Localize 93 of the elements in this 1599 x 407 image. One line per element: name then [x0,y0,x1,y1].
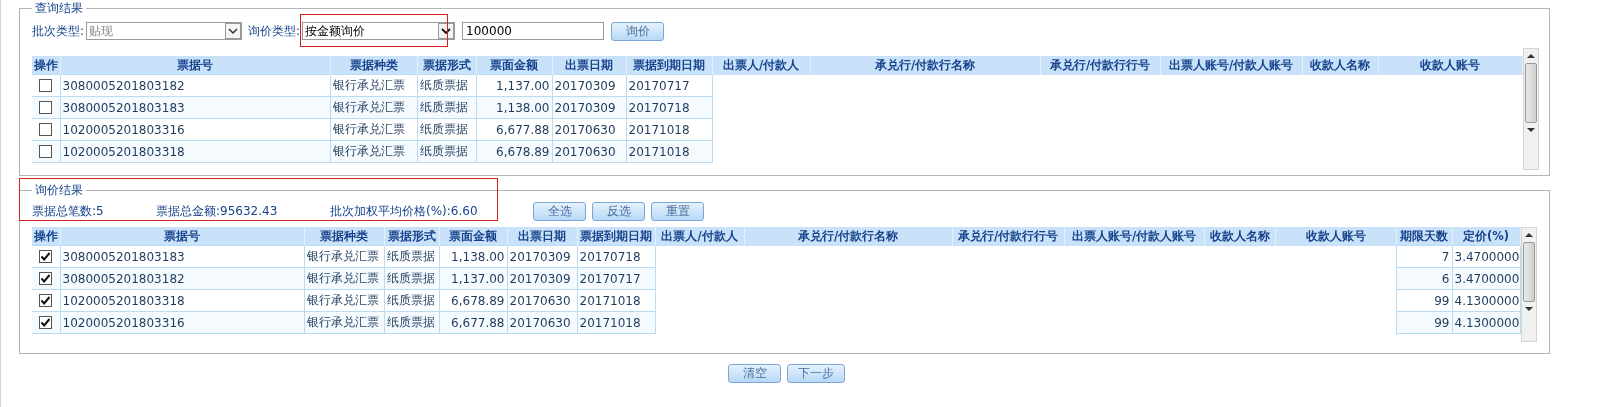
checkbox[interactable] [39,101,53,114]
table-cell: 1020005201803318 [60,289,304,312]
table-cell: 银行承兑汇票 [330,118,417,141]
table-cell: 3080005201803182 [60,267,304,290]
caret-icon [225,23,242,39]
column-header[interactable]: 票面金额 [439,227,507,246]
column-header[interactable]: 票据种类 [330,56,417,75]
table-cell: 银行承兑汇票 [330,74,417,97]
table-cell: 纸质票据 [384,245,439,268]
table-cell: 1020005201803316 [60,118,330,141]
checkbox[interactable] [39,294,53,307]
column-header[interactable]: 票据种类 [304,227,384,246]
column-header[interactable]: 承兑行/付款行行号 [1040,56,1160,75]
column-header[interactable]: 定价(%) [1452,227,1520,246]
table-cell: 3080005201803183 [60,96,330,119]
scroll-down-icon[interactable] [1524,307,1533,311]
column-header[interactable]: 票据到期日期 [577,227,655,246]
column-header[interactable]: 出票日期 [552,56,626,75]
table-cell: 3080005201803183 [60,245,304,268]
action-button[interactable]: 清空 [728,364,781,383]
field-label: 询价类型: [248,22,301,40]
table-cell: 6,678.89 [439,289,507,312]
panel-legend: 询价结果 [32,182,86,199]
column-header[interactable]: 出票人/付款人 [655,227,744,246]
column-header[interactable]: 承兑行/付款行行号 [952,227,1064,246]
table-cell: 1020005201803316 [60,311,304,334]
checkbox[interactable] [39,145,53,158]
table-cell: 6 [1396,267,1452,290]
column-header[interactable]: 出票人/付款人 [712,56,810,75]
field-label: 批次类型: [32,22,85,40]
amount-input[interactable]: 100000 [462,22,605,40]
column-header[interactable]: 收款人名称 [1204,227,1275,246]
column-header[interactable]: 票据形式 [417,56,476,75]
column-header[interactable]: 承兑行/付款行名称 [810,56,1040,75]
table-cell: 3080005201803182 [60,74,330,97]
column-header[interactable]: 出票人账号/付款人账号 [1160,56,1302,75]
table-cell: 99 [1396,311,1452,334]
summary-text: 票据总金额:95632.43 [156,202,279,220]
action-button[interactable]: 下一步 [787,364,845,383]
table-cell: 20171018 [577,289,655,312]
column-header[interactable]: 承兑行/付款行名称 [744,227,952,246]
column-header[interactable]: 票据到期日期 [626,56,712,75]
table-cell: 1020005201803318 [60,140,330,163]
table-cell: 20170630 [552,118,626,141]
table-cell: 银行承兑汇票 [304,289,384,312]
column-header: 操作 [32,56,60,75]
scroll-down-icon[interactable] [1526,128,1535,132]
batch-type-dropdown[interactable]: 贴现 [86,22,243,40]
table-cell: 20171018 [626,118,712,141]
table-cell: 纸质票据 [384,289,439,312]
checkbox[interactable] [39,316,53,329]
scrollbar[interactable] [1522,48,1539,170]
table-cell: 20170630 [507,289,577,312]
checkbox[interactable] [39,123,53,136]
table-cell: 20170309 [552,74,626,97]
column-header[interactable]: 票面金额 [476,56,552,75]
column-header[interactable]: 出票人账号/付款人账号 [1064,227,1204,246]
column-header[interactable]: 票据号 [60,227,304,246]
table-cell: 纸质票据 [417,118,476,141]
table-cell: 3.4700000 [1452,245,1520,268]
column-header[interactable]: 出票日期 [507,227,577,246]
inquire-button[interactable]: 询价 [611,21,665,41]
table-cell: 20170718 [577,245,655,268]
summary-text: 票据总笔数:5 [32,202,105,220]
action-button[interactable]: 重置 [651,201,704,221]
table-cell: 纸质票据 [417,74,476,97]
scroll-up-icon[interactable] [1524,233,1533,237]
column-header[interactable]: 期限天数 [1396,227,1452,246]
action-button[interactable]: 全选 [533,201,586,221]
table-cell: 99 [1396,289,1452,312]
column-header[interactable]: 收款人名称 [1302,56,1378,75]
table-cell: 7 [1396,245,1452,268]
scroll-up-icon[interactable] [1526,54,1535,58]
table-cell: 银行承兑汇票 [304,245,384,268]
column-header: 操作 [32,227,60,246]
column-header[interactable]: 票据形式 [384,227,439,246]
caret-icon [438,23,455,39]
column-header[interactable]: 收款人账号 [1275,227,1396,246]
inquiry-type-dropdown[interactable]: 按金额询价 [302,22,456,40]
table-cell: 1,138.00 [439,245,507,268]
summary-text: 批次加权平均价格(%):6.60 [330,202,479,220]
action-button[interactable]: 反选 [592,201,645,221]
table-cell: 20170309 [507,245,577,268]
column-header[interactable]: 收款人账号 [1378,56,1522,75]
checkbox[interactable] [39,79,53,92]
column-header[interactable]: 票据号 [60,56,330,75]
table-cell: 4.1300000 [1452,289,1520,312]
checkbox[interactable] [39,272,53,285]
table-cell: 1,137.00 [476,74,552,97]
checkbox[interactable] [39,250,53,263]
table-cell: 20170717 [626,74,712,97]
panel-legend: 查询结果 [32,0,86,17]
table-cell: 6,677.88 [476,118,552,141]
